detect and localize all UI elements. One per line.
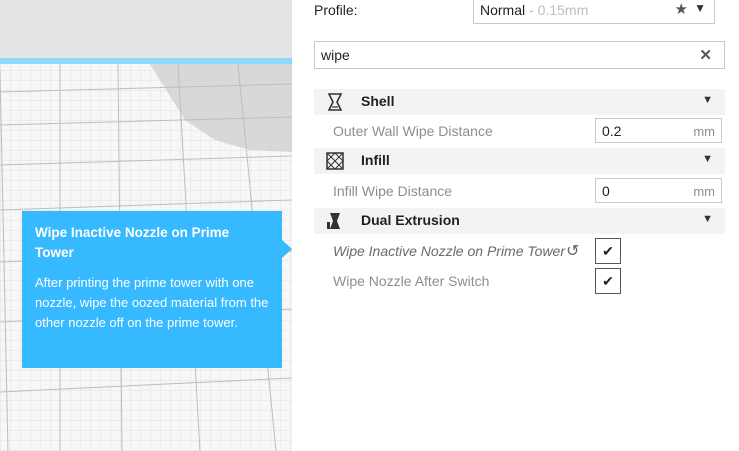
unit-label: mm bbox=[693, 124, 715, 139]
tooltip-arrow bbox=[282, 240, 292, 258]
setting-outer-wall-wipe-distance: Outer Wall Wipe Distance 0.2 mm bbox=[314, 117, 725, 145]
chevron-down-icon: ▼ bbox=[702, 153, 713, 165]
category-label: Shell bbox=[361, 93, 395, 109]
input-value: 0.2 bbox=[602, 123, 622, 139]
dual-extrusion-icon bbox=[327, 213, 340, 229]
print-settings-panel: Profile: Normal- 0.15mm ★ ▼ ✕ Shell ▼ Ou… bbox=[292, 0, 739, 451]
star-icon[interactable]: ★ bbox=[675, 0, 688, 18]
profile-value: Normal bbox=[480, 2, 526, 18]
input-value: 0 bbox=[602, 183, 610, 199]
category-label: Dual Extrusion bbox=[361, 212, 460, 228]
outer-wall-wipe-distance-input[interactable]: 0.2 mm bbox=[595, 118, 722, 143]
chevron-down-icon: ▼ bbox=[702, 94, 713, 106]
chevron-down-icon: ▼ bbox=[702, 213, 713, 225]
tooltip-body: After printing the prime tower with one … bbox=[35, 275, 269, 330]
close-icon[interactable]: ✕ bbox=[699, 46, 712, 64]
search-input[interactable] bbox=[321, 46, 681, 64]
setting-label: Outer Wall Wipe Distance bbox=[333, 123, 493, 139]
chevron-down-icon: ▼ bbox=[694, 1, 706, 15]
setting-label: Infill Wipe Distance bbox=[333, 183, 453, 199]
reset-icon[interactable]: ↺ bbox=[566, 241, 579, 261]
setting-infill-wipe-distance: Infill Wipe Distance 0 mm bbox=[314, 177, 725, 205]
category-dual-extrusion[interactable]: Dual Extrusion ▼ bbox=[314, 208, 725, 234]
category-label: Infill bbox=[361, 152, 390, 168]
profile-label: Profile: bbox=[314, 2, 358, 18]
setting-wipe-nozzle-after-switch: Wipe Nozzle After Switch ✔ bbox=[314, 267, 725, 295]
shell-icon bbox=[327, 93, 343, 111]
profile-dropdown[interactable]: Normal - 0.15mm ★ ▼ bbox=[473, 0, 715, 24]
wipe-inactive-nozzle-checkbox[interactable]: ✔ bbox=[595, 238, 621, 264]
infill-wipe-distance-input[interactable]: 0 mm bbox=[595, 178, 722, 203]
unit-label: mm bbox=[693, 184, 715, 199]
category-shell[interactable]: Shell ▼ bbox=[314, 89, 725, 115]
infill-icon bbox=[326, 152, 344, 170]
tooltip-title: Wipe Inactive Nozzle on Prime Tower bbox=[35, 225, 230, 260]
setting-tooltip: Wipe Inactive Nozzle on Prime Tower Afte… bbox=[22, 211, 282, 368]
category-infill[interactable]: Infill ▼ bbox=[314, 148, 725, 174]
setting-label: Wipe Inactive Nozzle on Prime Tower bbox=[333, 243, 566, 259]
profile-layer-height: - 0.15mm bbox=[529, 2, 589, 18]
setting-label: Wipe Nozzle After Switch bbox=[333, 273, 490, 289]
setting-wipe-inactive-nozzle: Wipe Inactive Nozzle on Prime Tower ↺ ✔ bbox=[314, 237, 725, 265]
settings-search: ✕ bbox=[314, 41, 725, 69]
wipe-nozzle-after-switch-checkbox[interactable]: ✔ bbox=[595, 268, 621, 294]
